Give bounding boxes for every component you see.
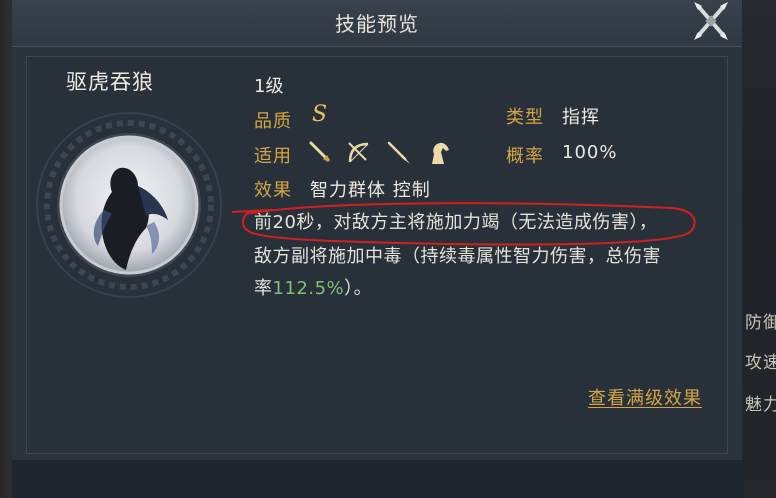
dialog-header: 技能预览 [12,0,742,47]
dialog-title: 技能预览 [335,12,419,36]
dialog-footer [12,460,742,498]
quality-value: S [312,102,328,127]
quality-label: 品质 [254,111,292,132]
bow-icon [348,142,369,163]
description-line-3: 率112.5%）。 [254,274,372,300]
sword-icon [309,141,330,162]
description-line-3-prefix: 率 [254,278,273,299]
chance-value: 100% [562,142,618,163]
description-line-3-suffix: ）。 [344,278,373,299]
horse-icon [432,142,449,164]
type-value: 指挥 [562,107,600,128]
background-stat-attack-speed: 攻速 [745,353,776,373]
skill-level: 1级 [254,76,284,97]
background-stat-charm: 魅力 [745,395,776,415]
skill-portrait [36,112,222,298]
applicable-label: 适用 [254,146,292,167]
red-ellipse-annotation [232,202,696,246]
chance-label: 概率 [506,146,544,167]
skill-name: 驱虎吞狼 [66,70,154,94]
view-full-effect-link[interactable]: 查看满级效果 [588,384,702,410]
background-right-strip [742,0,776,498]
damage-rate-value: 112.5% [272,278,345,299]
spear-icon [387,141,410,164]
crossed-swords-close-icon [694,2,728,40]
background-stat-defense: 防御 [745,313,776,333]
close-button[interactable] [688,0,734,44]
type-label: 类型 [506,107,544,128]
